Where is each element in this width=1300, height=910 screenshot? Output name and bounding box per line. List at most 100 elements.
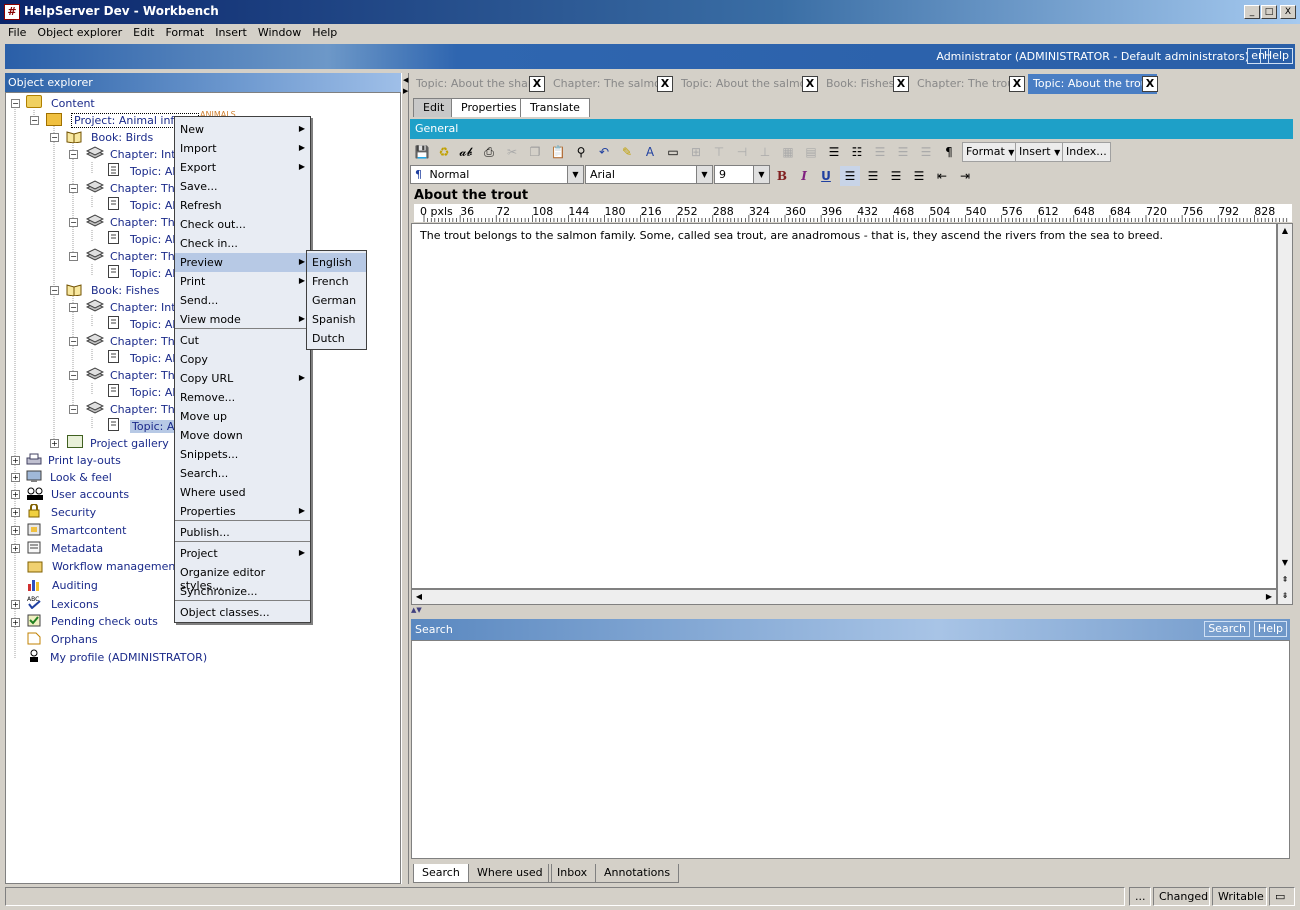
list-icon[interactable]: ☰ [916,142,936,162]
list-outdent-icon[interactable]: ☰ [893,142,913,162]
scroll-top-icon[interactable]: ⇞ [1278,573,1292,587]
paste-icon[interactable]: 📋 [548,142,568,162]
tree-item-my-profile[interactable]: My profile (ADMINISTRATOR) [50,651,207,664]
list-indent-icon[interactable]: ☰ [870,142,890,162]
split-arrows-icon[interactable]: ▲▼ [411,606,422,614]
tree-item-chapter[interactable]: Chapter: The [110,182,181,195]
table-merge-icon[interactable]: ⊣ [732,142,752,162]
tree-item-pending-check-outs[interactable]: Pending check outs [51,615,158,628]
tab-where-used[interactable]: Where used [468,864,552,883]
maximize-button[interactable]: □ [1261,5,1277,19]
tree-item-book-birds[interactable]: Book: Birds [91,131,153,144]
menu-item-import[interactable]: Import [175,139,310,158]
menu-item-send[interactable]: Send... [175,291,310,310]
format-dropdown[interactable]: Format ▼ [962,142,1019,162]
document-body[interactable]: The trout belongs to the salmon family. … [420,229,1163,242]
tree-item-chapter[interactable]: Chapter: The [110,250,181,263]
menu-item-cut[interactable]: Cut [175,331,310,350]
menu-item-snippets[interactable]: Snippets... [175,445,310,464]
scroll-bottom-icon[interactable]: ⇟ [1278,589,1292,603]
italic-button[interactable]: I [794,166,814,186]
search-button[interactable]: Search [1204,621,1250,637]
search-help-button[interactable]: Help [1253,621,1287,637]
tree-toggle[interactable]: + [11,544,20,553]
tree-toggle[interactable]: + [11,508,20,517]
tree-item-topic[interactable]: Topic: Ab [130,386,179,399]
index-button[interactable]: Index... [1062,142,1111,162]
menu-item-move-down[interactable]: Move down [175,426,310,445]
table-cell-icon[interactable]: ▤ [801,142,821,162]
splitter[interactable]: ◀ ▶ [401,73,409,884]
tree-toggle-chapter[interactable]: − [69,371,78,380]
close-tab-icon[interactable]: X [1009,76,1025,92]
tree-toggle[interactable]: + [11,456,20,465]
tree-toggle-gallery[interactable]: + [50,439,59,448]
close-tab-icon[interactable]: X [1142,76,1158,92]
pilcrow-icon[interactable]: ¶ [939,142,959,162]
menu-help[interactable]: Help [307,24,342,41]
submenu-item-english[interactable]: English [307,253,366,272]
tree-item-print-layouts[interactable]: Print lay-outs [48,454,121,467]
submenu-item-spanish[interactable]: Spanish [307,310,366,329]
tab-chapter-trout[interactable]: Chapter: The trout [912,74,1024,94]
font-select[interactable]: Arial ▼ [585,165,713,184]
tree-item-auditing[interactable]: Auditing [52,579,98,592]
tree-item-chapter[interactable]: Chapter: The [110,216,181,229]
tree-toggle-chapter[interactable]: − [69,252,78,261]
menu-item-search[interactable]: Search... [175,464,310,483]
find-icon[interactable]: ⚲ [571,142,591,162]
close-tab-icon[interactable]: X [893,76,909,92]
bold-button[interactable]: B [772,166,792,186]
align-center-icon[interactable]: ☰ [863,166,883,186]
frame-icon[interactable]: ▭ [663,142,683,162]
menu-item-remove[interactable]: Remove... [175,388,310,407]
tree-toggle[interactable]: + [11,618,20,627]
align-justify-icon[interactable]: ☰ [909,166,929,186]
menu-item-check-in[interactable]: Check in... [175,234,310,253]
menu-item-project[interactable]: Project [175,544,310,563]
tab-annotations[interactable]: Annotations [595,864,680,883]
tree-item-topic[interactable]: Topic: Ab [130,233,179,246]
tree-item-topic[interactable]: Topic: Ab [130,318,179,331]
tab-topic-shark[interactable]: Topic: About the shark [411,74,544,94]
menu-item-export[interactable]: Export [175,158,310,177]
tree-item-look-and-feel[interactable]: Look & feel [50,471,112,484]
table-row-icon[interactable]: ⊤ [709,142,729,162]
align-right-icon[interactable]: ☰ [886,166,906,186]
tree-item-topic[interactable]: Topic: Ab [130,352,179,365]
scroll-down-icon[interactable]: ▼ [1278,556,1292,570]
numbered-list-icon[interactable]: ☰ [824,142,844,162]
scroll-up-icon[interactable]: ▲ [1278,224,1292,238]
menu-item-move-up[interactable]: Move up [175,407,310,426]
tree-item-chapter[interactable]: Chapter: The [110,403,181,416]
align-left-icon[interactable]: ☰ [840,166,860,186]
tree-item-chapter[interactable]: Chapter: The [110,369,181,382]
menu-window[interactable]: Window [253,24,306,41]
menu-insert[interactable]: Insert [210,24,252,41]
tab-chapter-salmon[interactable]: Chapter: The salmon [548,74,673,94]
tree-item-topic[interactable]: Topic: Ab [130,165,179,178]
tab-properties[interactable]: Properties [451,98,527,117]
tree-item-metadata[interactable]: Metadata [51,542,103,555]
tree-toggle-book-fishes[interactable]: − [50,286,59,295]
menu-item-save[interactable]: Save... [175,177,310,196]
tab-search[interactable]: Search [413,864,469,883]
tab-book-fishes[interactable]: Book: Fishes [821,74,899,94]
table-icon[interactable]: ▦ [778,142,798,162]
minimize-button[interactable]: _ [1244,5,1260,19]
tree-item-topic[interactable]: Topic: Ab [130,199,179,212]
undo-icon[interactable]: ↶ [594,142,614,162]
editor-area[interactable]: The trout belongs to the salmon family. … [411,223,1277,589]
insert-dropdown[interactable]: Insert ▼ [1015,142,1065,162]
paragraph-style-select[interactable]: ¶ Normal ▼ [410,165,584,184]
print-icon[interactable]: ⎙ [479,142,499,162]
scroll-left-icon[interactable]: ◀ [412,590,426,604]
tree-toggle-chapter[interactable]: − [69,184,78,193]
horizontal-scrollbar[interactable]: ◀ ▶ [411,589,1277,605]
menu-item-properties[interactable]: Properties [175,502,310,521]
tree-item-smartcontent[interactable]: Smartcontent [51,524,126,537]
submenu-item-german[interactable]: German [307,291,366,310]
table-split-icon[interactable]: ⊥ [755,142,775,162]
bullet-list-icon[interactable]: ☷ [847,142,867,162]
outdent-icon[interactable]: ⇤ [932,166,952,186]
